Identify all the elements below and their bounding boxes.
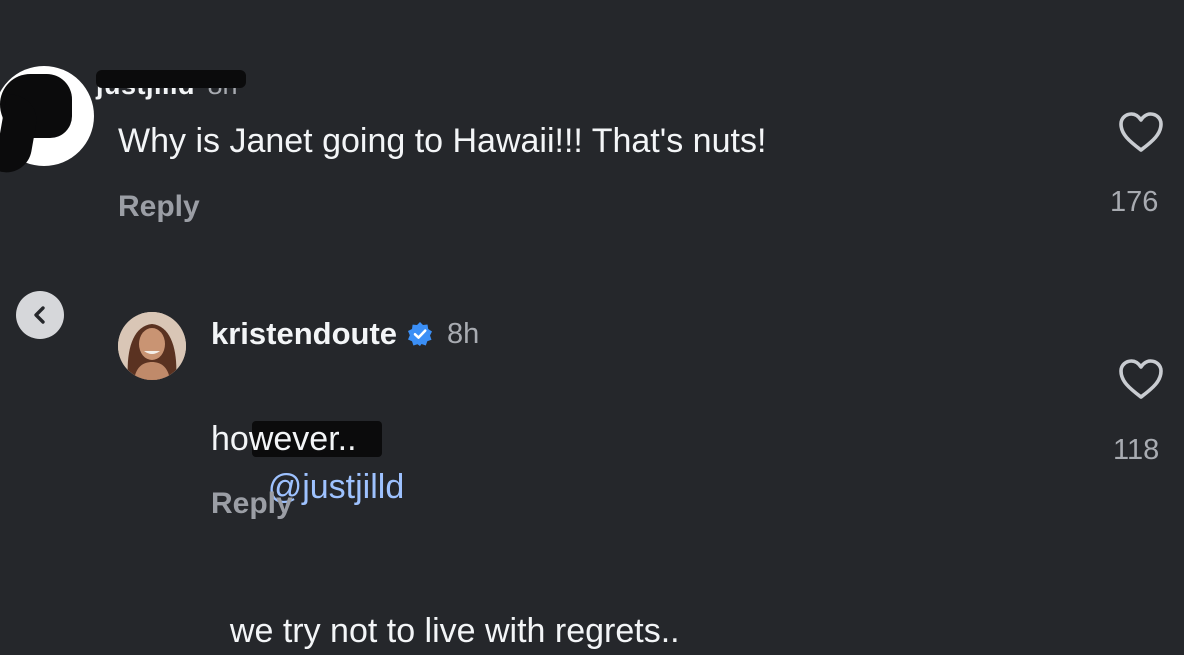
heart-outline-icon[interactable] [1117, 357, 1165, 401]
back-button[interactable] [16, 291, 64, 339]
comment-text: Why is Janet going to Hawaii!!! That's n… [118, 122, 767, 160]
like-count: 118 [1113, 434, 1160, 466]
reply-text: we try not to live with regrets.. [229, 612, 680, 650]
reply-button[interactable]: Reply [118, 190, 200, 224]
reply-username[interactable]: kristendoute [211, 316, 397, 352]
verified-badge-icon [408, 322, 433, 346]
reply-text-line-2: however.. [211, 420, 357, 458]
reply-avatar[interactable] [118, 312, 186, 380]
reply-button[interactable]: Reply [211, 487, 293, 521]
comment-header: justjilld 8h [96, 70, 246, 102]
reply-header: kristendoute 8h [211, 316, 479, 352]
avatar-photo [118, 312, 186, 380]
redaction-mark [96, 70, 246, 88]
reply-time: 8h [447, 317, 480, 350]
heart-outline-icon[interactable] [1117, 110, 1165, 154]
chevron-left-icon [34, 306, 45, 324]
like-count: 176 [1110, 186, 1159, 218]
